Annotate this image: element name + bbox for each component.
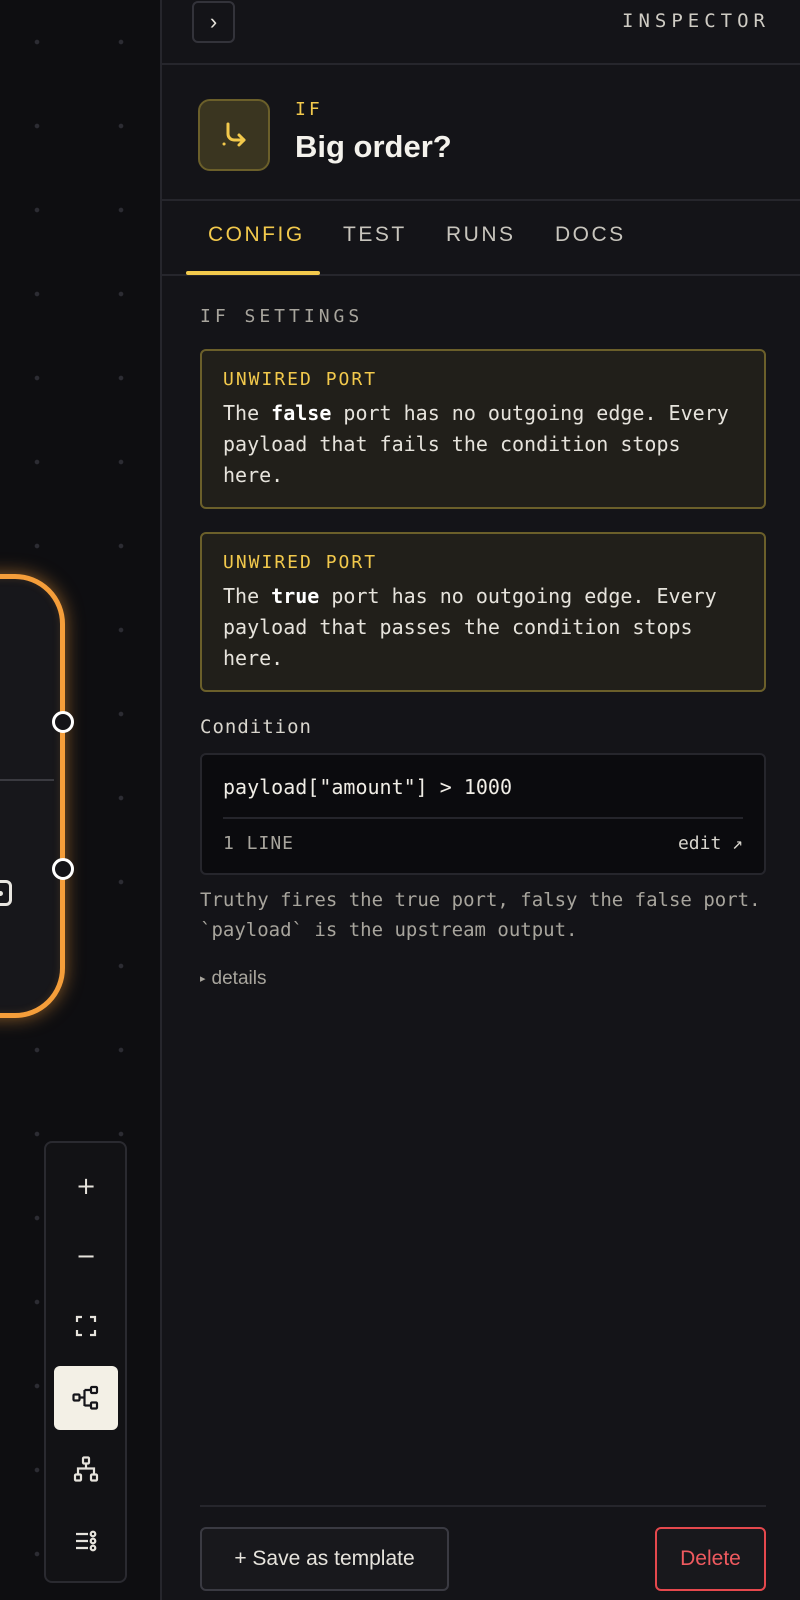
chevron-right-icon: › <box>209 9 218 34</box>
collapse-panel-button[interactable]: › <box>192 1 235 43</box>
layout-horizontal-button[interactable] <box>54 1366 118 1430</box>
node-header: IF Big order? <box>162 65 800 201</box>
inspector-header: › INSPECTOR <box>162 0 800 65</box>
false-output-port[interactable] <box>52 858 74 880</box>
plus-icon: + <box>75 1172 97 1200</box>
node-type-badge <box>198 99 270 171</box>
edit-condition-link[interactable]: edit ↗ <box>678 833 743 854</box>
fit-view-button[interactable] <box>54 1294 118 1358</box>
zoom-controls: + − <box>44 1141 127 1583</box>
line-count: 1 LINE <box>223 833 295 854</box>
minus-icon: − <box>75 1242 97 1270</box>
node-type-icon <box>0 880 12 906</box>
if-node-card[interactable] <box>0 574 65 1018</box>
flow-horizontal-icon <box>72 1385 99 1410</box>
zoom-in-button[interactable]: + <box>54 1154 118 1218</box>
tab-config[interactable]: CONFIG <box>208 223 305 247</box>
warning-body: The true port has no outgoing edge. Ever… <box>223 584 717 670</box>
details-label: details <box>211 968 267 989</box>
workflow-canvas[interactable]: + − <box>0 0 160 1600</box>
outline-button[interactable] <box>54 1509 118 1573</box>
tab-docs[interactable]: DOCS <box>555 223 626 247</box>
condition-hint: Truthy fires the true port, falsy the fa… <box>200 889 761 941</box>
branch-arrow-icon <box>222 122 246 147</box>
list-icon <box>76 1530 97 1552</box>
condition-code[interactable]: payload["amount"] > 1000 <box>223 775 512 799</box>
warning-unwired-false-port: UNWIRED PORT The false port has no outgo… <box>200 349 766 509</box>
warning-body: The false port has no outgoing edge. Eve… <box>223 401 729 487</box>
true-output-port[interactable] <box>52 711 74 733</box>
warning-unwired-true-port: UNWIRED PORT The true port has no outgoi… <box>200 532 766 692</box>
footer-divider <box>200 1505 766 1507</box>
inspector-panel: › INSPECTOR IF Big order? CONFIG TEST RU… <box>160 0 800 1600</box>
flow-vertical-icon <box>73 1456 99 1482</box>
warning-title: UNWIRED PORT <box>223 552 378 573</box>
panel-title: INSPECTOR <box>622 10 770 32</box>
tab-test[interactable]: TEST <box>343 223 407 247</box>
delete-node-button[interactable]: Delete <box>655 1527 766 1591</box>
active-tab-indicator <box>186 271 320 275</box>
details-toggle[interactable]: ▸ details <box>200 968 266 990</box>
node-type-label: IF <box>295 99 323 120</box>
layout-vertical-button[interactable] <box>54 1437 118 1501</box>
save-as-template-button[interactable]: + Save as template <box>200 1527 449 1591</box>
section-label: IF SETTINGS <box>200 306 364 327</box>
warning-title: UNWIRED PORT <box>223 369 378 390</box>
fit-screen-icon <box>75 1315 97 1337</box>
zoom-out-button[interactable]: − <box>54 1224 118 1288</box>
tab-runs[interactable]: RUNS <box>446 223 516 247</box>
condition-label: Condition <box>200 716 312 738</box>
inspector-tabs: CONFIG TEST RUNS DOCS <box>162 201 800 276</box>
editor-divider <box>223 817 743 819</box>
caret-right-icon: ▸ <box>200 973 206 985</box>
node-name[interactable]: Big order? <box>295 129 452 165</box>
node-divider <box>0 779 54 781</box>
condition-editor[interactable]: payload["amount"] > 1000 1 LINE edit ↗ <box>200 753 766 875</box>
